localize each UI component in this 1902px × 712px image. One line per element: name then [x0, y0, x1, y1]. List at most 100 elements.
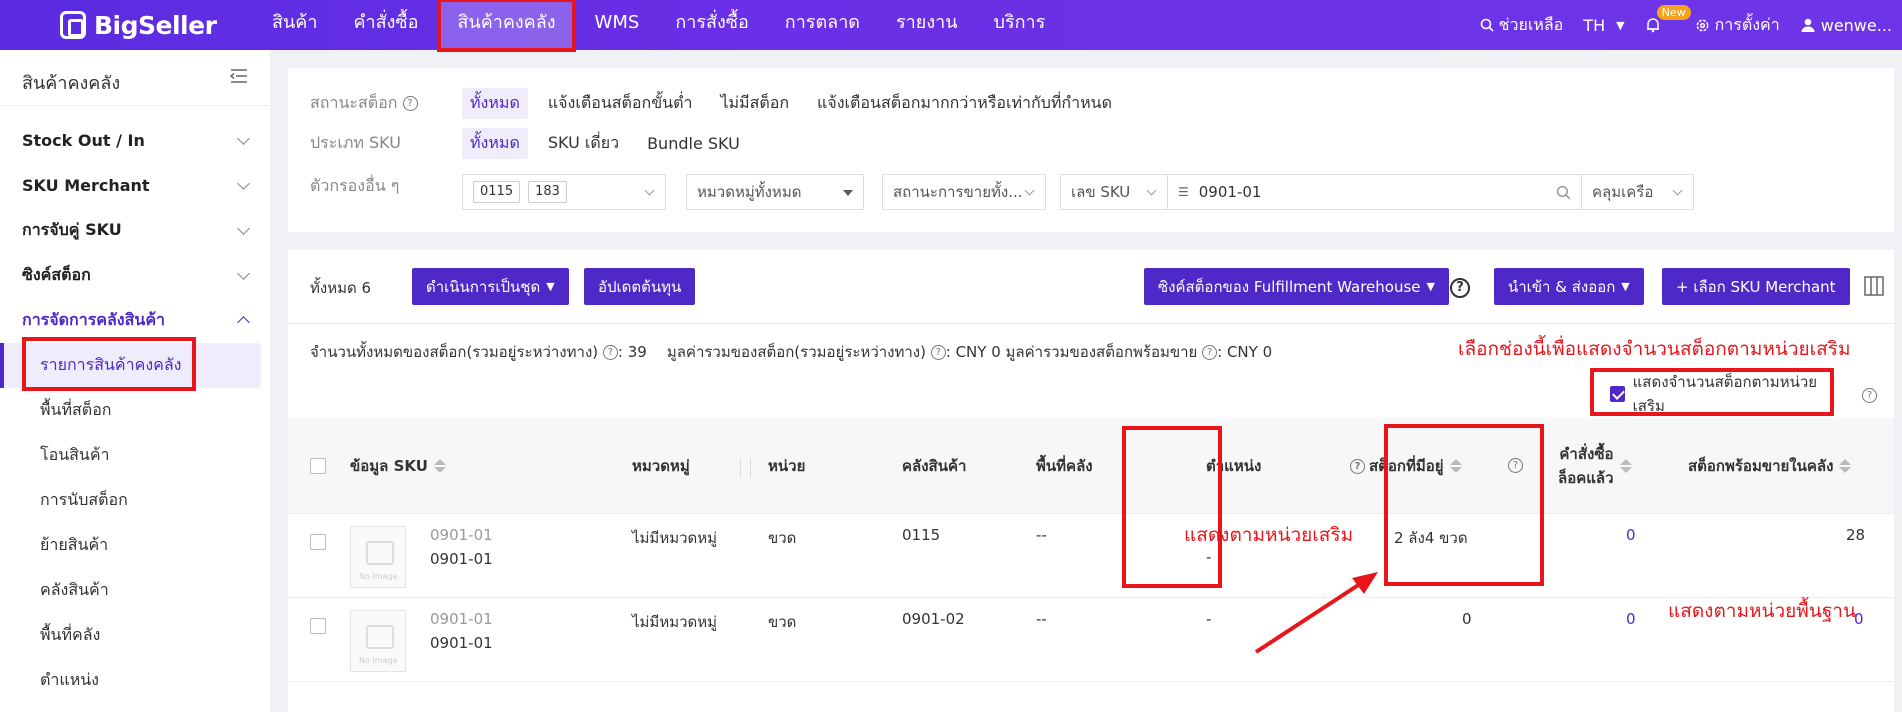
column-sku-info[interactable]: ข้อมูล SKU	[350, 418, 446, 514]
sku-type-bundle[interactable]: Bundle SKU	[639, 131, 748, 156]
nav-wms[interactable]: WMS	[577, 0, 658, 50]
sidebar-item-inventory-list[interactable]: รายการสินค้าคงคลัง	[0, 343, 261, 388]
language-label: TH	[1583, 15, 1606, 35]
sidebar-item-transfer[interactable]: โอนสินค้า	[0, 433, 270, 478]
sku-type-all[interactable]: ทั้งหมด	[462, 128, 528, 159]
sidebar-group-label: SKU Merchant	[22, 176, 150, 195]
search-input[interactable]: ☰ 0901-01	[1168, 174, 1582, 210]
locked-orders-cell[interactable]: 0	[1626, 526, 1636, 544]
search-field-select[interactable]: เลข SKU	[1060, 174, 1168, 210]
sort-icon[interactable]	[433, 459, 446, 473]
help-link[interactable]: ช่วยเหลือ	[1480, 13, 1563, 38]
nav-reports[interactable]: รายงาน	[878, 0, 976, 50]
sale-status-select[interactable]: สถานะการขายทั้ง...	[882, 174, 1046, 210]
aux-unit-checkbox[interactable]: แสดงจำนวนสต็อกตามหน่วยเสริม	[1604, 373, 1828, 415]
search-input-value: 0901-01	[1198, 183, 1262, 201]
nav-orders[interactable]: คำสั่งซื้อ	[335, 0, 436, 50]
warehouse-cell: 0115	[902, 526, 941, 544]
aux-unit-checkbox-label: แสดงจำนวนสต็อกตามหน่วยเสริม	[1632, 373, 1818, 415]
sync-fulfillment-button[interactable]: ซิงค์สต็อกของ Fulfillment Warehouse ▼	[1144, 268, 1449, 305]
unit-cell: ขวด	[768, 529, 797, 547]
sku-type-filter: ประเภท SKU ทั้งหมด SKU เดี่ยว Bundle SKU	[310, 128, 760, 159]
category-cell: ไม่มีหมวดหมู่	[632, 613, 718, 631]
filter-panel: สถานะสต็อก ? ทั้งหมด แจ้งเตือนสต็อกขั้นต…	[288, 68, 1894, 232]
multi-line-icon[interactable]: ☰	[1178, 185, 1189, 199]
nav-products[interactable]: สินค้า	[254, 0, 335, 50]
notifications-button[interactable]: New	[1645, 5, 1691, 33]
search-icon[interactable]	[1556, 185, 1571, 200]
import-export-button[interactable]: นำเข้า & ส่งออก ▼	[1494, 268, 1644, 305]
stock-status-over[interactable]: แจ้งเตือนสต็อกมากกว่าหรือเท่ากับที่กำหนด	[809, 88, 1120, 119]
stock-status-label: สถานะสต็อก ?	[310, 91, 462, 116]
sidebar-group-sku-merchant[interactable]: SKU Merchant	[0, 163, 270, 208]
total-value-summary: มูลค่ารวมของสต็อก(รวมอยู่ระหว่างทาง) ?: …	[666, 343, 1273, 361]
match-mode-value: คลุมเครือ	[1592, 183, 1654, 201]
nav-services[interactable]: บริการ	[976, 0, 1064, 50]
sidebar-group-sku-matching[interactable]: การจับคู่ SKU	[0, 208, 270, 253]
annotation-aux-unit: แสดงตามหน่วยเสริม	[1184, 524, 1354, 546]
nav-purchase[interactable]: การสั่งซื้อ	[657, 0, 766, 50]
sidebar-group-stock-out-in[interactable]: Stock Out / In	[0, 118, 270, 163]
sidebar-item-move-goods[interactable]: ย้ายสินค้า	[0, 523, 270, 568]
sidebar-item-warehouse-zone[interactable]: พื้นที่คลัง	[0, 613, 270, 658]
stock-status-low[interactable]: แจ้งเตือนสต็อกขั้นต่ำ	[540, 88, 701, 119]
category-select[interactable]: หมวดหมู่ทั้งหมด	[686, 174, 864, 210]
columns-icon[interactable]	[1864, 276, 1884, 296]
language-select[interactable]: TH ▼	[1583, 16, 1624, 35]
nav-inventory[interactable]: สินค้าคงคลัง	[437, 0, 576, 52]
row-checkbox[interactable]	[310, 618, 326, 634]
stock-cell: 2 ลัง4 ขวด	[1394, 529, 1468, 547]
inventory-panel: ทั้งหมด 6 ดำเนินการเป็นชุด ▼ อัปเดตต้นทุ…	[288, 250, 1894, 712]
bulk-action-button[interactable]: ดำเนินการเป็นชุด ▼	[412, 268, 569, 305]
nav-marketing[interactable]: การตลาด	[767, 0, 878, 50]
chevron-down-icon	[237, 267, 250, 280]
aux-unit-checkbox-box[interactable]	[1610, 386, 1625, 402]
user-menu[interactable]: wenwe...	[1800, 16, 1892, 35]
warehouse-tag[interactable]: 183	[528, 181, 567, 203]
row-checkbox[interactable]	[310, 534, 326, 550]
locked-orders-cell[interactable]: 0	[1626, 610, 1636, 628]
column-stock[interactable]: ? สต็อกที่มีอยู่	[1350, 418, 1462, 514]
sku-type-single[interactable]: SKU เดี่ยว	[540, 128, 627, 159]
available-cell: 28	[1846, 526, 1866, 544]
sku-name[interactable]: 0901-01	[430, 526, 493, 544]
location-cell: -	[1206, 548, 1212, 566]
select-merchant-button[interactable]: + เลือก SKU Merchant	[1662, 268, 1850, 305]
brand-logo[interactable]: BigSeller	[60, 10, 217, 40]
caret-down-icon	[843, 190, 853, 196]
sort-icon[interactable]	[1839, 459, 1852, 473]
select-all-checkbox[interactable]	[310, 458, 326, 474]
sort-icon[interactable]	[1619, 459, 1632, 473]
warehouse-tag[interactable]: 0115	[473, 181, 521, 203]
chevron-down-icon: ▼	[1621, 280, 1630, 293]
update-cost-button[interactable]: อัปเดตต้นทุน	[584, 268, 696, 305]
table-row: No Image 0901-01 0901-01 ไม่มีหมวดหมู่ ข…	[288, 598, 1894, 682]
collapse-menu-icon[interactable]	[230, 68, 248, 84]
sort-icon[interactable]	[1449, 459, 1462, 473]
sidebar-item-location[interactable]: ตำแหน่ง	[0, 658, 270, 703]
category-cell: ไม่มีหมวดหมู่	[632, 529, 718, 547]
question-icon: ?	[930, 345, 946, 360]
question-icon: ?	[402, 96, 418, 111]
chevron-down-icon	[1672, 185, 1683, 196]
chevron-down-icon	[237, 222, 250, 235]
chevron-down-icon	[1024, 185, 1035, 196]
settings-label: การตั้งค่า	[1714, 14, 1780, 34]
sidebar-item-stock-area[interactable]: พื้นที่สต็อก	[0, 388, 270, 433]
help-question-icon[interactable]: ?	[1450, 278, 1470, 298]
question-icon[interactable]: ?	[1862, 388, 1877, 403]
stock-status-none[interactable]: ไม่มีสต็อก	[712, 88, 797, 119]
sku-name[interactable]: 0901-01	[430, 610, 493, 628]
column-divider	[750, 458, 751, 478]
sidebar-item-stock-count[interactable]: การนับสต็อก	[0, 478, 270, 523]
stock-status-all[interactable]: ทั้งหมด	[462, 88, 528, 119]
column-available[interactable]: สต็อกพร้อมขายในคลัง	[1688, 418, 1852, 514]
warehouse-select[interactable]: 0115 183	[462, 174, 666, 210]
other-filters-label: ตัวกรองอื่น ๆ	[310, 176, 400, 195]
match-mode-select[interactable]: คลุมเครือ	[1582, 174, 1694, 210]
settings-link[interactable]: การตั้งค่า	[1695, 13, 1780, 38]
sidebar-group-warehouse-management[interactable]: การจัดการคลังสินค้า	[0, 298, 270, 343]
column-locked-orders[interactable]: คำสั่งซื้อ ล็อคแล้ว	[1558, 418, 1632, 514]
sidebar-group-sync-stock[interactable]: ซิงค์สต็อก	[0, 253, 270, 298]
sidebar-item-warehouse[interactable]: คลังสินค้า	[0, 568, 270, 613]
